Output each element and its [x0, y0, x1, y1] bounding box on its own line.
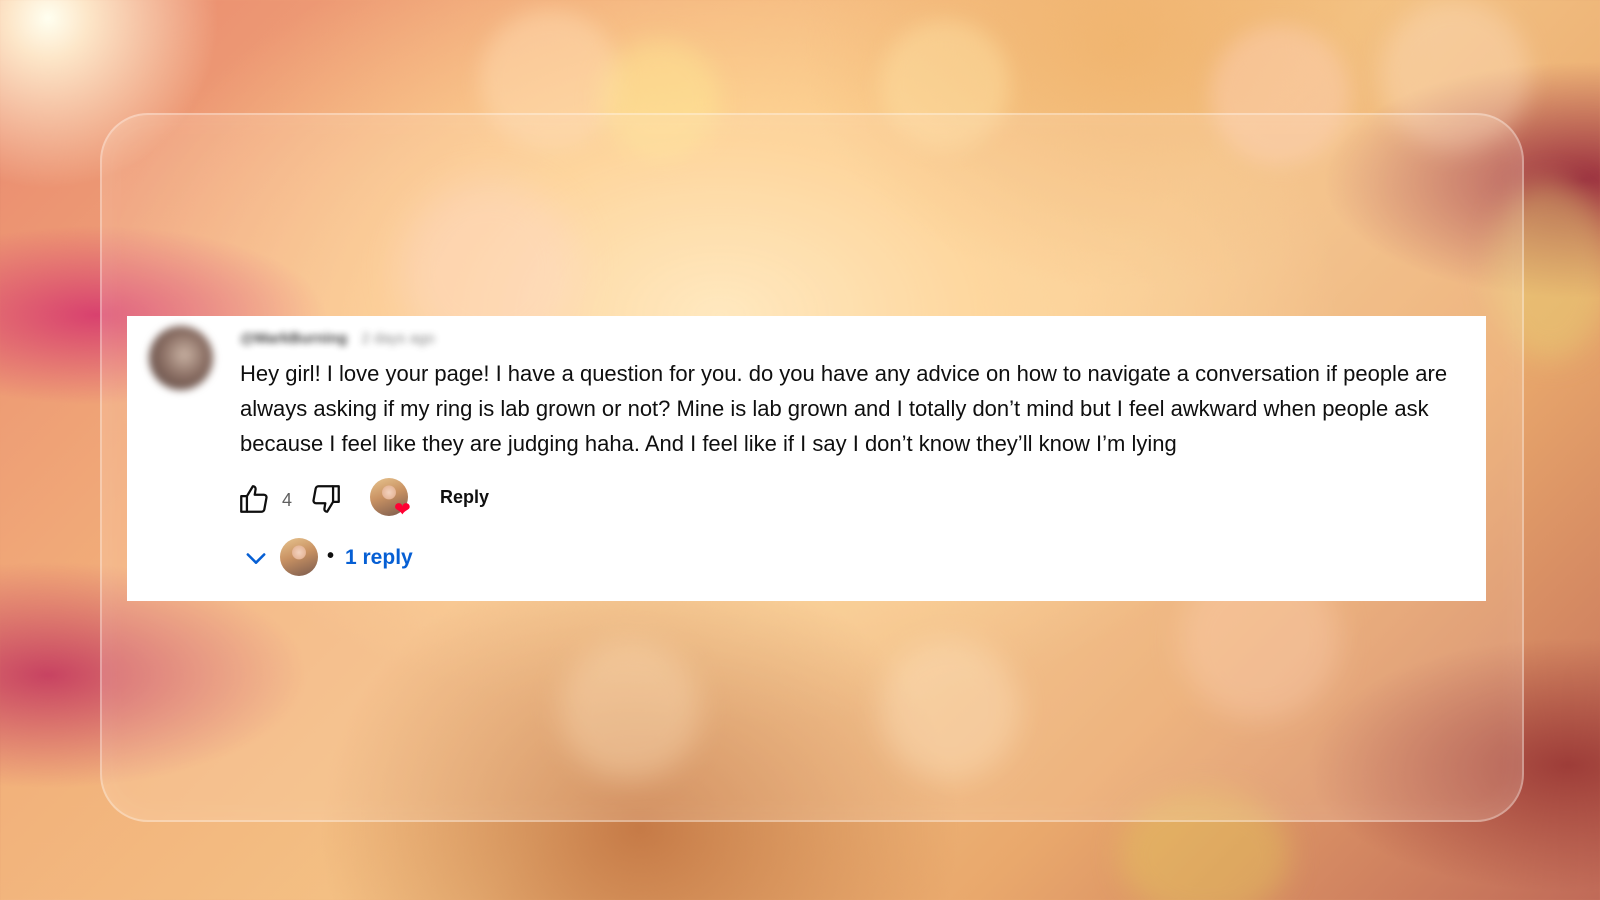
- commenter-avatar[interactable]: [149, 326, 213, 390]
- creator-heart-badge: ❤: [370, 478, 412, 520]
- comment-actions: 4 ❤ Reply: [236, 478, 636, 520]
- thumbs-up-icon: [240, 485, 268, 513]
- chevron-down-icon: [246, 553, 266, 564]
- posted-time[interactable]: 2 days ago: [361, 330, 434, 347]
- thumbs-down-icon: [312, 485, 340, 513]
- like-count: 4: [282, 490, 293, 510]
- comment-text: Hey girl! I love your page! I have a que…: [240, 361, 1448, 456]
- like-button[interactable]: [236, 481, 272, 517]
- reply-count-link[interactable]: 1 reply: [345, 546, 413, 570]
- separator-dot: •: [327, 545, 335, 567]
- author-handle[interactable]: @MarkBurning: [240, 330, 347, 347]
- comment-meta: @MarkBurning 2 days ago: [240, 330, 435, 352]
- comment-panel: @MarkBurning 2 days ago Hey girl! I love…: [127, 316, 1486, 601]
- reply-author-avatar: [280, 538, 318, 576]
- reply-button[interactable]: Reply: [440, 487, 489, 511]
- view-replies-toggle[interactable]: • 1 reply: [242, 536, 462, 578]
- heart-icon: ❤: [394, 499, 411, 521]
- dislike-button[interactable]: [308, 481, 344, 517]
